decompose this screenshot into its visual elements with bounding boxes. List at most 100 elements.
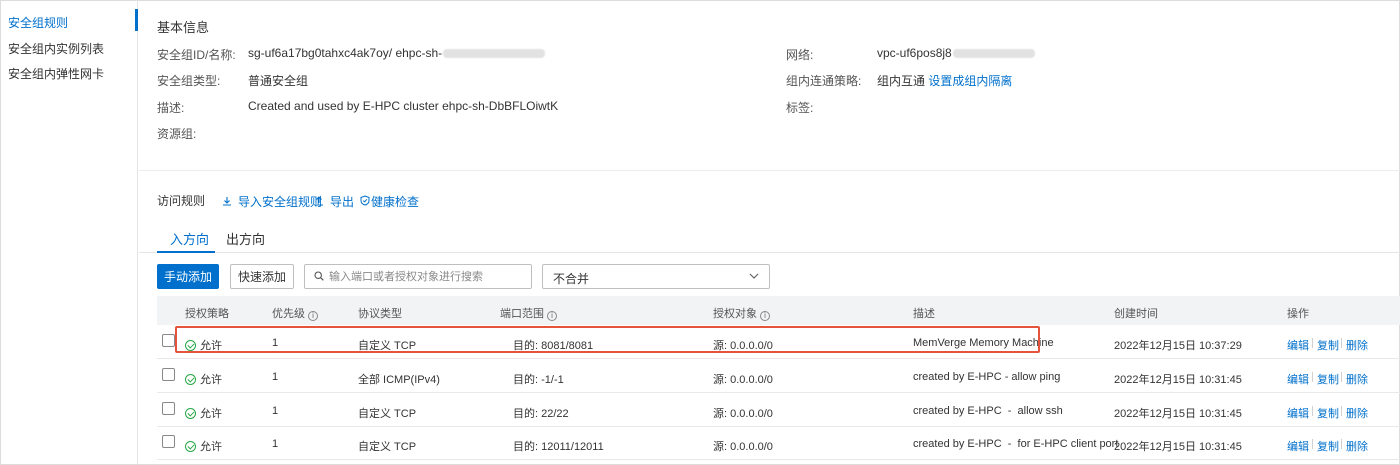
op-separator — [1341, 439, 1342, 449]
merge-select[interactable]: 不合并 — [542, 264, 770, 289]
redacted-vpc — [952, 49, 1035, 59]
protocol-cell: 自定义 TCP — [358, 408, 417, 420]
export-link[interactable]: 导出 — [314, 193, 354, 210]
description-cell: created by E-HPC - allow ping — [913, 371, 1061, 383]
description-cell: MemVerge Memory Machine — [913, 337, 1054, 349]
delete-link[interactable]: 删除 — [1346, 371, 1368, 387]
set-isolation-link[interactable]: 设置成组内隔离 — [928, 74, 1012, 88]
created-cell: 2022年12月15日 10:31:45 — [1114, 374, 1242, 386]
info-icon: i — [308, 311, 318, 321]
copy-link[interactable]: 复制 — [1317, 337, 1339, 353]
policy-label: 组内连通策略: — [786, 74, 862, 88]
check-circle-icon — [185, 340, 196, 351]
row-divider — [157, 358, 1400, 359]
sg-type-label: 安全组类型: — [157, 74, 221, 88]
created-cell: 2022年12月15日 10:31:45 — [1114, 408, 1242, 420]
basic-info-title: 基本信息 — [157, 20, 210, 35]
priority-cell: 1 — [272, 371, 279, 383]
source-cell: 源: 0.0.0.0/0 — [713, 374, 773, 386]
table-header: 授权策略 优先级 i 协议类型 端口范围 i 授权对象 i 描述 创建时间 操作 — [157, 296, 1400, 325]
network-label: 网络: — [786, 48, 814, 62]
delete-link[interactable]: 删除 — [1346, 337, 1368, 353]
row-checkbox[interactable] — [162, 435, 175, 448]
row-checkbox[interactable] — [162, 334, 175, 347]
source-cell: 源: 0.0.0.0/0 — [713, 441, 773, 453]
import-rules-link[interactable]: 导入安全组规则 — [222, 193, 322, 210]
health-check-link[interactable]: 健康检查 — [360, 193, 419, 210]
tab-active-underline — [157, 251, 215, 253]
port-cell: 目的: 22/22 — [513, 408, 569, 420]
port-cell: 目的: 8081/8081 — [513, 340, 594, 352]
th-description: 描述 — [913, 308, 935, 320]
description-label: 描述: — [157, 101, 185, 115]
description-cell: created by E-HPC - for E-HPC client port — [913, 438, 1119, 450]
edit-link[interactable]: 编辑 — [1287, 337, 1309, 353]
row-divider — [157, 392, 1400, 393]
policy-cell: 允许 — [185, 371, 222, 387]
description-cell: created by E-HPC - allow ssh — [913, 405, 1063, 417]
op-separator — [1312, 338, 1313, 348]
copy-link[interactable]: 复制 — [1317, 371, 1339, 387]
chevron-down-icon — [749, 273, 759, 279]
th-created: 创建时间 — [1114, 308, 1158, 320]
row-divider — [157, 459, 1400, 460]
th-policy: 授权策略 — [185, 308, 229, 320]
sidebar-item-eni[interactable]: 安全组内弹性网卡 — [8, 65, 104, 82]
import-icon — [223, 197, 231, 206]
export-icon — [315, 196, 323, 206]
manual-add-button[interactable]: 手动添加 — [157, 264, 219, 289]
delete-link[interactable]: 删除 — [1346, 438, 1368, 454]
resource-group-label: 资源组: — [157, 127, 197, 141]
tabs-baseline — [139, 252, 1400, 253]
op-separator — [1341, 372, 1342, 382]
sg-id-text: sg-uf6a17bg0tahxc4ak7oy/ ehpc-sh- — [248, 46, 443, 60]
created-cell: 2022年12月15日 10:37:29 — [1114, 340, 1242, 352]
window-frame — [0, 0, 1400, 465]
port-cell: 目的: -1/-1 — [513, 374, 564, 386]
tab-inbound[interactable]: 入方向 — [170, 229, 209, 248]
shield-icon — [360, 195, 370, 206]
delete-link[interactable]: 删除 — [1346, 405, 1368, 421]
row-divider — [157, 426, 1400, 427]
tags-label: 标签: — [786, 101, 814, 115]
op-separator — [1341, 406, 1342, 416]
priority-cell: 1 — [272, 438, 279, 450]
policy-text: 组内互通 — [877, 74, 926, 88]
copy-link[interactable]: 复制 — [1317, 438, 1339, 454]
quick-add-button[interactable]: 快速添加 — [230, 264, 294, 289]
row-checkbox[interactable] — [162, 402, 175, 415]
sidebar-item-rules[interactable]: 安全组规则 — [8, 14, 68, 31]
edit-link[interactable]: 编辑 — [1287, 371, 1309, 387]
created-cell: 2022年12月15日 10:31:45 — [1114, 441, 1242, 453]
search-box — [304, 264, 532, 289]
network-text: vpc-uf6pos8j8 — [877, 46, 952, 60]
check-circle-icon — [185, 441, 196, 452]
op-separator — [1312, 439, 1313, 449]
port-cell: 目的: 12011/12011 — [513, 441, 604, 453]
protocol-cell: 自定义 TCP — [358, 340, 417, 352]
op-separator — [1341, 338, 1342, 348]
policy-cell: 允许 — [185, 405, 222, 421]
search-input[interactable] — [329, 268, 527, 286]
th-port: 端口范围 i — [500, 305, 557, 321]
redacted-name — [443, 49, 546, 59]
th-protocol: 协议类型 — [358, 308, 402, 320]
th-operations: 操作 — [1287, 308, 1309, 320]
sg-id-label: 安全组ID/名称: — [157, 48, 236, 62]
info-icon: i — [760, 311, 770, 321]
edit-link[interactable]: 编辑 — [1287, 405, 1309, 421]
search-icon — [314, 271, 324, 281]
check-circle-icon — [185, 374, 196, 385]
policy-value: 组内互通 设置成组内隔离 — [877, 72, 1012, 89]
check-circle-icon — [185, 408, 196, 419]
copy-link[interactable]: 复制 — [1317, 405, 1339, 421]
tab-outbound[interactable]: 出方向 — [226, 229, 265, 248]
row-checkbox[interactable] — [162, 368, 175, 381]
sidebar: 安全组规则 安全组内实例列表 安全组内弹性网卡 — [0, 0, 138, 465]
edit-link[interactable]: 编辑 — [1287, 438, 1309, 454]
protocol-cell: 全部 ICMP(IPv4) — [358, 374, 440, 386]
sidebar-active-indicator — [135, 9, 138, 31]
protocol-cell: 自定义 TCP — [358, 441, 417, 453]
info-icon: i — [547, 311, 557, 321]
sidebar-item-instances[interactable]: 安全组内实例列表 — [8, 40, 104, 57]
